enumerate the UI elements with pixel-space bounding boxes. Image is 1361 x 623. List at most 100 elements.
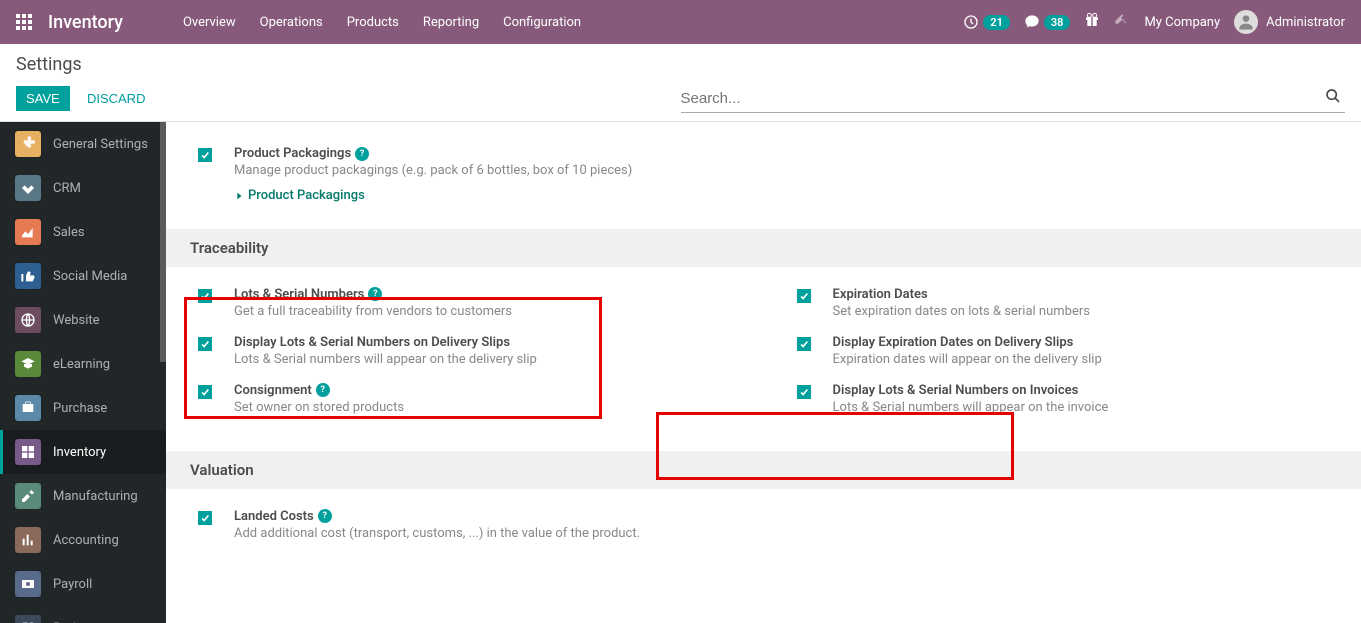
sidebar-label: CRM xyxy=(53,181,81,196)
sidebar-label: Social Media xyxy=(53,269,127,284)
settings-sidebar: General Settings CRM Sales Social Media … xyxy=(0,122,166,623)
avatar-icon xyxy=(1234,10,1258,34)
cart-icon xyxy=(15,395,41,421)
setting-desc: Manage product packagings (e.g. pack of … xyxy=(234,163,1337,178)
checkbox-expiration[interactable] xyxy=(797,289,811,303)
sidebar-label: eLearning xyxy=(53,357,110,372)
checkbox-packagings[interactable] xyxy=(198,148,212,162)
setting-display-exp-delivery: Display Expiration Dates on Delivery Sli… xyxy=(789,327,1340,375)
setting-desc: Lots & Serial numbers will appear on the… xyxy=(833,400,1340,415)
sidebar-item-inventory[interactable]: Inventory xyxy=(0,430,166,474)
menu-reporting[interactable]: Reporting xyxy=(411,15,491,30)
checkbox-consignment[interactable] xyxy=(198,385,212,399)
setting-label: Display Lots & Serial Numbers on Invoice… xyxy=(833,383,1079,398)
sidebar-item-general[interactable]: General Settings xyxy=(0,122,166,166)
search-box[interactable] xyxy=(681,84,1346,113)
sidebar-label: Accounting xyxy=(53,533,119,548)
boxes-icon xyxy=(15,439,41,465)
search-icon[interactable] xyxy=(1321,88,1345,108)
setting-label: Lots & Serial Numbers xyxy=(234,287,364,302)
globe-icon xyxy=(15,307,41,333)
help-icon[interactable]: ? xyxy=(316,383,330,397)
sidebar-item-purchase[interactable]: Purchase xyxy=(0,386,166,430)
user-menu[interactable]: Administrator xyxy=(1234,10,1345,34)
setting-desc: Expiration dates will appear on the deli… xyxy=(833,352,1340,367)
setting-desc: Set expiration dates on lots & serial nu… xyxy=(833,304,1340,319)
graduation-icon xyxy=(15,351,41,377)
wrench-icon xyxy=(15,483,41,509)
sidebar-item-sales[interactable]: Sales xyxy=(0,210,166,254)
handshake-icon xyxy=(15,175,41,201)
activity-indicator[interactable]: 21 xyxy=(963,14,1010,30)
setting-desc: Get a full traceability from vendors to … xyxy=(234,304,741,319)
setting-label: Consignment xyxy=(234,383,312,398)
top-menu: Overview Operations Products Reporting C… xyxy=(171,15,593,30)
menu-products[interactable]: Products xyxy=(335,15,411,30)
menu-overview[interactable]: Overview xyxy=(171,15,248,30)
search-input[interactable] xyxy=(681,90,1322,107)
setting-label: Landed Costs xyxy=(234,509,314,524)
setting-label: Display Lots & Serial Numbers on Deliver… xyxy=(234,335,510,350)
sidebar-item-accounting[interactable]: Accounting xyxy=(0,518,166,562)
messages-count: 38 xyxy=(1044,15,1071,30)
sidebar-item-payroll[interactable]: Payroll xyxy=(0,562,166,606)
page-title: Settings xyxy=(16,54,681,76)
sidebar-label: Website xyxy=(53,313,100,328)
setting-display-lots-invoice: Display Lots & Serial Numbers on Invoice… xyxy=(789,375,1340,423)
setting-product-packagings: Product Packagings ? Manage product pack… xyxy=(190,138,1337,213)
section-traceability: Traceability xyxy=(166,229,1361,267)
puzzle-icon xyxy=(15,615,41,623)
bars-icon xyxy=(15,527,41,553)
company-selector[interactable]: My Company xyxy=(1144,15,1220,30)
checkbox-landed[interactable] xyxy=(198,511,212,525)
money-icon xyxy=(15,571,41,597)
setting-display-lots-delivery: Display Lots & Serial Numbers on Deliver… xyxy=(190,327,741,375)
sidebar-item-social[interactable]: Social Media xyxy=(0,254,166,298)
settings-content[interactable]: Product Packagings ? Manage product pack… xyxy=(166,122,1361,623)
app-brand[interactable]: Inventory xyxy=(48,12,123,33)
setting-label: Display Expiration Dates on Delivery Sli… xyxy=(833,335,1074,350)
checkbox-lots-invoice[interactable] xyxy=(797,385,811,399)
sidebar-label: Payroll xyxy=(53,577,92,592)
debug-icon[interactable] xyxy=(1114,12,1130,32)
sidebar-label: Inventory xyxy=(53,445,106,460)
checkbox-lots-delivery[interactable] xyxy=(198,337,212,351)
checkbox-lots[interactable] xyxy=(198,289,212,303)
setting-label: Product Packagings xyxy=(234,146,351,161)
help-icon[interactable]: ? xyxy=(355,147,369,161)
setting-desc: Add additional cost (transport, customs,… xyxy=(234,526,741,541)
section-valuation: Valuation xyxy=(166,451,1361,489)
setting-desc: Set owner on stored products xyxy=(234,400,741,415)
setting-consignment: Consignment ? Set owner on stored produc… xyxy=(190,375,741,423)
control-panel: Settings SAVE DISCARD xyxy=(0,44,1361,122)
chart-icon xyxy=(15,219,41,245)
sidebar-item-project[interactable]: Project xyxy=(0,606,166,623)
setting-desc: Lots & Serial numbers will appear on the… xyxy=(234,352,741,367)
gift-icon[interactable] xyxy=(1084,12,1100,32)
sidebar-label: Sales xyxy=(53,225,85,240)
sidebar-label: Manufacturing xyxy=(53,489,138,504)
messages-indicator[interactable]: 38 xyxy=(1024,14,1071,30)
thumbs-up-icon xyxy=(15,263,41,289)
apps-icon[interactable] xyxy=(16,14,32,30)
menu-operations[interactable]: Operations xyxy=(248,15,335,30)
sidebar-label: General Settings xyxy=(53,137,148,152)
gear-icon xyxy=(15,131,41,157)
checkbox-exp-delivery[interactable] xyxy=(797,337,811,351)
menu-configuration[interactable]: Configuration xyxy=(491,15,593,30)
discard-button[interactable]: DISCARD xyxy=(77,86,156,111)
sidebar-item-website[interactable]: Website xyxy=(0,298,166,342)
setting-landed-costs: Landed Costs ? Add additional cost (tran… xyxy=(190,501,741,549)
sidebar-item-crm[interactable]: CRM xyxy=(0,166,166,210)
sidebar-label: Purchase xyxy=(53,401,107,416)
sidebar-item-elearning[interactable]: eLearning xyxy=(0,342,166,386)
activity-count: 21 xyxy=(983,15,1010,30)
save-button[interactable]: SAVE xyxy=(16,86,70,111)
link-product-packagings[interactable]: Product Packagings xyxy=(234,188,365,203)
setting-lots-serial: Lots & Serial Numbers ? Get a full trace… xyxy=(190,279,741,327)
sidebar-item-manufacturing[interactable]: Manufacturing xyxy=(0,474,166,518)
help-icon[interactable]: ? xyxy=(318,509,332,523)
user-name: Administrator xyxy=(1266,15,1345,30)
help-icon[interactable]: ? xyxy=(368,287,382,301)
setting-label: Expiration Dates xyxy=(833,287,928,302)
